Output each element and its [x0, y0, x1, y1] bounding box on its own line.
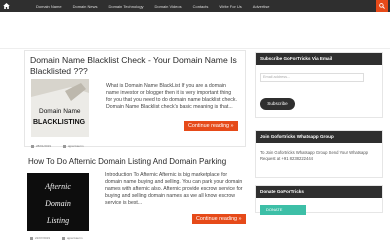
post-card: Domain Name Blacklist Check - Your Domai…: [24, 50, 246, 148]
post-excerpt: Introduction To Afternic Afternic is big…: [105, 172, 243, 206]
search-button[interactable]: [376, 0, 388, 12]
menu-item-domain-news[interactable]: Domain News: [73, 4, 98, 9]
post-title[interactable]: Domain Name Blacklist Check - Your Domai…: [30, 55, 240, 77]
subscribe-widget: Subscribe GoForTricks Via Email Email ad…: [255, 52, 383, 118]
post-card: How To Do Afternic Domain Listing And Do…: [24, 153, 246, 240]
widget-title: Donate GoForTricks: [256, 186, 382, 198]
calendar-icon: [30, 236, 33, 240]
whatsapp-widget: Join Gofortricks Whatsapp Group To Join …: [255, 130, 383, 178]
donate-widget: Donate GoForTricks DONATE: [255, 185, 383, 215]
home-button[interactable]: [0, 0, 12, 12]
menu-item-write-for-us[interactable]: Write For Us: [219, 4, 241, 9]
home-icon: [2, 3, 10, 9]
thumb-line-1: Domain Name: [39, 108, 81, 115]
continue-reading-button[interactable]: Continue reading »: [192, 214, 246, 224]
blacklisting-thumbnail-image: Domain Name BLACKLISTING: [31, 79, 89, 137]
author-icon: [62, 236, 66, 240]
menu-item-domain-technology[interactable]: Domain Technology: [108, 4, 143, 9]
post-thumbnail[interactable]: Domain Name BLACKLISTING: [31, 79, 89, 137]
post-excerpt: What is Domain Name BlackList If you are…: [106, 83, 237, 110]
donate-button[interactable]: DONATE: [260, 205, 306, 215]
afternic-thumbnail-image: Afternic Domain Listing: [27, 173, 89, 231]
calendar-icon: [31, 144, 34, 148]
post-date: 22/07/2019: [35, 236, 51, 240]
whatsapp-text: To Join Gofortricks Whatsapp Group Send …: [260, 150, 369, 161]
post-meta: 22/07/2019 ajpal kaurm: [30, 236, 83, 240]
main-menu: Domain Name Domain News Domain Technolog…: [36, 4, 280, 9]
post-meta: 28/01/2019 ajpal kaurm: [31, 144, 84, 148]
post-author[interactable]: ajpal kaurm: [67, 236, 83, 240]
top-navigation-bar: Domain Name Domain News Domain Technolog…: [0, 0, 390, 12]
continue-reading-button[interactable]: Continue reading »: [184, 121, 238, 131]
thumb-line-2: Domain: [44, 199, 71, 208]
menu-item-domain-videos[interactable]: Domain Videos: [155, 4, 182, 9]
search-icon: [379, 3, 385, 9]
post-date: 28/01/2019: [36, 144, 52, 148]
widget-title: Join Gofortricks Whatsapp Group: [256, 131, 382, 143]
email-input[interactable]: Email address...: [260, 73, 364, 82]
widget-title: Subscribe GoForTricks Via Email: [256, 53, 382, 65]
thumb-line-1: Afternic: [44, 182, 71, 191]
menu-item-domain-name[interactable]: Domain Name: [36, 4, 62, 9]
thumb-line-2: BLACKLISTING: [33, 119, 86, 126]
menu-item-advertise[interactable]: Advertise: [253, 4, 270, 9]
post-title[interactable]: How To Do Afternic Domain Listing And Do…: [28, 156, 248, 167]
author-icon: [63, 144, 67, 148]
thumb-line-3: Listing: [46, 216, 69, 225]
subscribe-button[interactable]: Subscribe: [260, 98, 295, 110]
menu-item-contacts[interactable]: Contacts: [193, 4, 209, 9]
post-author[interactable]: ajpal kaurm: [68, 144, 84, 148]
post-thumbnail[interactable]: Afternic Domain Listing: [27, 173, 89, 231]
header-divider: [0, 48, 390, 49]
